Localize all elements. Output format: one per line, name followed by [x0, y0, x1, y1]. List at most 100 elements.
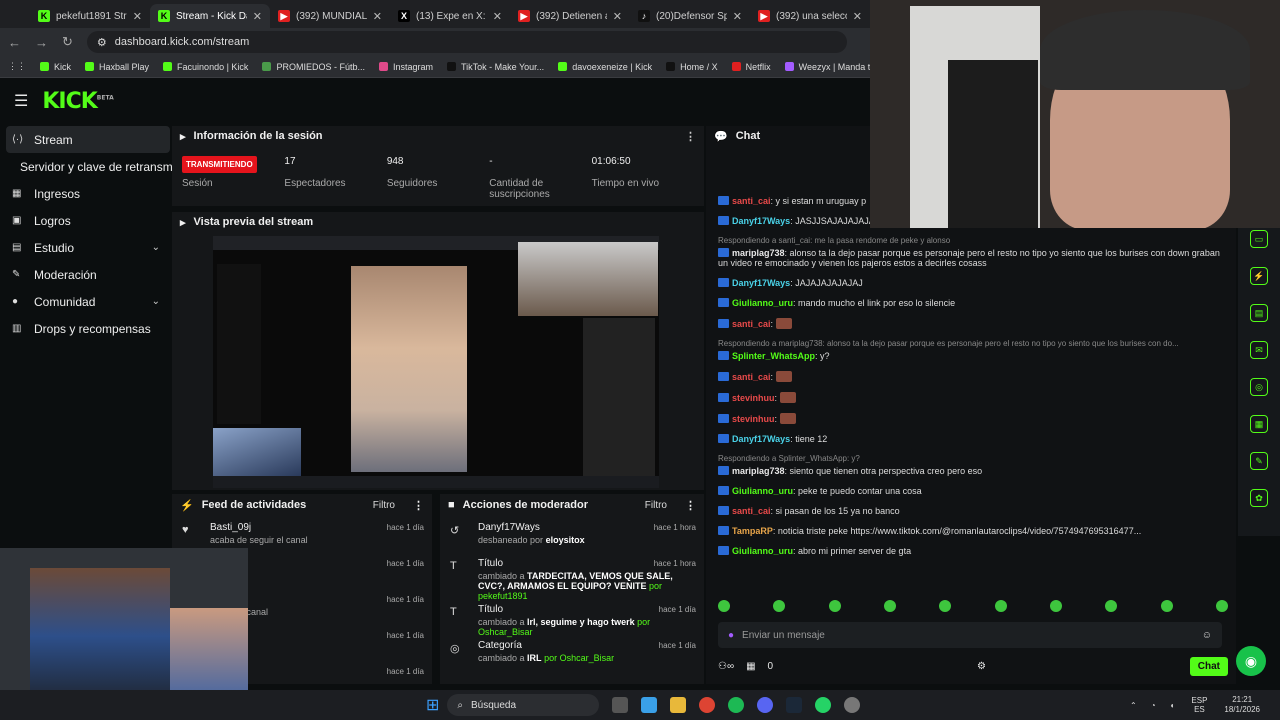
emote-icon[interactable]	[718, 600, 730, 612]
chat-username[interactable]: mariplag738	[732, 248, 785, 258]
bookmark-item[interactable]: TikTok - Make Your...	[446, 62, 544, 72]
browser-tab[interactable]: ▶ (392) una seleccion ✕	[750, 4, 870, 28]
sidebar-item[interactable]: ✎ Moderación	[0, 261, 170, 288]
chat-users-icon[interactable]: ⚇∞	[718, 661, 734, 672]
windows-start-icon[interactable]: ⊞	[426, 695, 439, 715]
emote-icon[interactable]	[994, 600, 1007, 612]
back-icon[interactable]: ←	[8, 35, 21, 50]
puzzle-icon[interactable]: ✿	[1250, 489, 1268, 507]
file-explorer-icon[interactable]	[670, 697, 687, 713]
chat-username[interactable]: Giulianno_uru	[732, 486, 793, 496]
emote-icon[interactable]	[939, 600, 952, 612]
url-input[interactable]: ⚙ dashboard.kick.com/stream	[86, 31, 847, 53]
bookmark-item[interactable]: Netflix	[731, 62, 771, 72]
bookmark-item[interactable]: Kick	[40, 62, 71, 72]
copilot-icon[interactable]	[641, 697, 658, 713]
emote-icon[interactable]	[883, 600, 896, 612]
browser-tab[interactable]: X (13) Expe en X: "JAJ ✕	[390, 4, 510, 28]
emote-icon[interactable]	[1215, 600, 1228, 612]
chat-username[interactable]: santi_cai	[732, 506, 771, 516]
apps-icon[interactable]: ⋮⋮	[8, 61, 26, 72]
chat-username[interactable]: stevinhuu	[732, 414, 775, 424]
chat-username[interactable]: santi_cai	[732, 372, 771, 382]
quick-action-icon[interactable]: ▭	[1250, 230, 1268, 248]
discord-icon[interactable]	[757, 697, 774, 713]
message-icon[interactable]: ✉	[1250, 341, 1268, 359]
bookmark-item[interactable]: Facuinondo | Kick	[163, 62, 248, 72]
browser-tab[interactable]: ♪ (20)Defensor Sportin ✕	[630, 4, 750, 28]
sidebar-item[interactable]: ▣ Logros	[0, 207, 170, 234]
mic-icon[interactable]: ●	[728, 630, 734, 641]
chat-username[interactable]: TampaRP	[732, 526, 773, 536]
wrench-icon[interactable]: ✎	[1250, 452, 1268, 470]
spotify-icon[interactable]	[728, 697, 745, 713]
chat-message-input[interactable]: ● Enviar un mensaje ☺	[718, 622, 1222, 648]
chat-username[interactable]: Danyf17Ways	[732, 278, 790, 288]
chat-username[interactable]: Splinter_WhatsApp	[732, 351, 815, 361]
chat-username[interactable]: Danyf17Ways	[732, 216, 790, 226]
sidebar-item[interactable]: ▦ Ingresos	[0, 180, 170, 207]
broadcast-icon[interactable]: ◎	[1250, 378, 1268, 396]
steam-icon[interactable]	[786, 697, 803, 713]
sidebar-item[interactable]: ▥ Drops y recompensas	[0, 315, 170, 342]
lightning-icon[interactable]: ⚡	[1250, 267, 1268, 285]
sidebar-item[interactable]: ● Comunidad ⌄	[0, 288, 170, 315]
chat-settings-icon[interactable]: ⚙	[977, 661, 986, 672]
wifi-icon[interactable]: ◔	[1151, 701, 1156, 710]
emote-icon[interactable]	[773, 600, 786, 612]
chat-username[interactable]: santi_cai	[732, 319, 771, 329]
emoji-icon[interactable]: ☺	[1202, 630, 1212, 641]
chat-username[interactable]: Danyf17Ways	[732, 434, 790, 444]
browser-tab[interactable]: K Stream - Kick Dashb ✕	[150, 4, 270, 28]
kick-logo[interactable]: KICKBETA	[42, 89, 113, 114]
document-icon[interactable]: ▤	[1250, 304, 1268, 322]
bookmark-item[interactable]: davoexeneize | Kick	[558, 62, 652, 72]
taskbar-search[interactable]: ⌕ Búsqueda	[447, 694, 600, 716]
chat-username[interactable]: stevinhuu	[732, 393, 775, 403]
chat-username[interactable]: mariplag738	[732, 466, 785, 476]
chat-username[interactable]: santi_cai	[732, 196, 771, 206]
whatsapp-icon[interactable]	[815, 697, 832, 713]
chat-username[interactable]: Giulianno_uru	[732, 298, 793, 308]
emote-icon[interactable]	[828, 600, 841, 612]
support-button[interactable]: ◉	[1236, 646, 1266, 676]
more-options-icon[interactable]: ⋮	[685, 130, 696, 143]
bookmark-item[interactable]: Home / X	[666, 62, 718, 72]
close-icon[interactable]: ✕	[853, 10, 862, 23]
emote-icon[interactable]	[1049, 600, 1062, 612]
browser-tab[interactable]: ▶ (392) Detienen a fam ✕	[510, 4, 630, 28]
bookmark-item[interactable]: Instagram	[378, 62, 433, 72]
more-options-icon[interactable]: ⋮	[413, 499, 424, 512]
menu-icon[interactable]: ☰	[14, 91, 28, 111]
language-indicator[interactable]: ESP ES	[1188, 696, 1210, 714]
close-icon[interactable]: ✕	[613, 10, 622, 23]
mod-filter-button[interactable]: Filtro	[645, 500, 667, 511]
sidebar-item[interactable]: Servidor y clave de retransmisión	[0, 153, 197, 180]
browser-tab[interactable]: ▶ (392) MUNDIAL URU ✕	[270, 4, 390, 28]
browser-tab[interactable]: Kpekefut1891 Stream ✕	[30, 4, 150, 28]
close-icon[interactable]: ✕	[133, 10, 142, 23]
chat-gift-icon[interactable]: ▦	[746, 661, 755, 672]
settings-icon[interactable]	[844, 697, 861, 713]
tray-chevron-icon[interactable]: ⌃	[1130, 701, 1137, 710]
emote-icon[interactable]	[1105, 600, 1118, 612]
close-icon[interactable]: ✕	[253, 10, 262, 23]
feed-filter-button[interactable]: Filtro	[373, 500, 395, 511]
bookmark-item[interactable]: Weezyx | Manda tu...	[784, 62, 883, 72]
close-icon[interactable]: ✕	[493, 10, 502, 23]
close-icon[interactable]: ✕	[373, 10, 382, 23]
volume-icon[interactable]: ◖	[1170, 701, 1175, 710]
bookmark-item[interactable]: Haxball Play	[85, 62, 149, 72]
bookmark-item[interactable]: PROMIEDOS - Fútb...	[262, 62, 365, 72]
emote-icon[interactable]	[1160, 600, 1173, 612]
more-options-icon[interactable]: ⋮	[685, 499, 696, 512]
chat-username[interactable]: Giulianno_uru	[732, 546, 793, 556]
reload-icon[interactable]: ↻	[62, 34, 73, 50]
clock[interactable]: 21:21 18/1/2026	[1224, 695, 1260, 715]
chrome-icon[interactable]	[699, 697, 716, 713]
forward-icon[interactable]: →	[35, 35, 48, 50]
chat-send-button[interactable]: Chat	[1189, 656, 1228, 676]
task-view-icon[interactable]	[612, 697, 629, 713]
sidebar-item[interactable]: ▤ Estudio ⌄	[0, 234, 170, 261]
site-info-icon[interactable]: ⚙	[97, 36, 107, 49]
